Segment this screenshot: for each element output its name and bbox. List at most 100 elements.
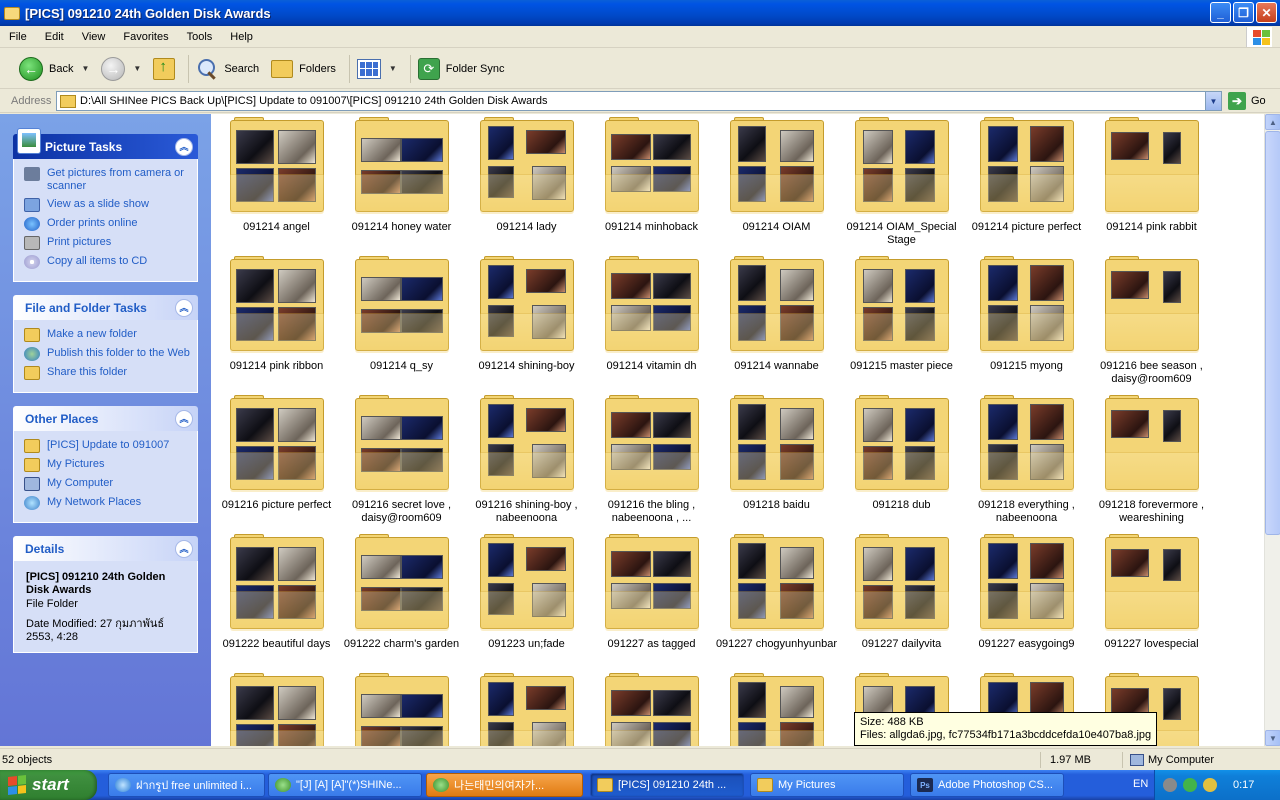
other-places-header[interactable]: Other Places ︽ — [13, 406, 198, 431]
folder-thumbnail-icon[interactable] — [604, 534, 699, 631]
task-slide-show[interactable]: View as a slide show — [24, 198, 191, 212]
place-parent-folder[interactable]: [PICS] Update to 091007 — [24, 439, 191, 453]
folder-name[interactable]: 091214 angel — [216, 221, 338, 234]
place-my-pictures[interactable]: My Pictures — [24, 458, 191, 472]
folder-thumbnail-icon[interactable] — [729, 256, 824, 353]
taskbar-button-ie[interactable]: ฝากรูป free unlimited i... — [108, 773, 265, 797]
collapse-icon[interactable]: ︽ — [175, 539, 193, 558]
place-my-computer[interactable]: My Computer — [24, 477, 191, 491]
folder-item[interactable]: 091214 vitamin dh — [589, 256, 714, 396]
folder-thumbnail-icon[interactable] — [354, 395, 449, 492]
folder-name[interactable]: 091214 OIAM — [716, 221, 838, 234]
task-label[interactable]: Print pictures — [47, 236, 111, 249]
folder-item[interactable]: 091227 dailyvita — [839, 534, 964, 674]
folder-thumbnail-icon[interactable] — [229, 395, 324, 492]
folder-thumbnail-icon[interactable] — [979, 117, 1074, 214]
folder-name[interactable]: 091222 charm's garden — [341, 638, 463, 651]
maximize-button[interactable]: ❐ — [1233, 2, 1254, 23]
folder-thumbnail-icon[interactable] — [729, 395, 824, 492]
vertical-scrollbar[interactable]: ▲ ▼ — [1264, 114, 1280, 746]
folder-item[interactable]: 091222 charm's garden — [339, 534, 464, 674]
folder-item[interactable]: 091227 lovespecial — [1089, 534, 1214, 674]
folder-thumbnail-icon[interactable] — [1104, 256, 1199, 353]
folder-thumbnail-icon[interactable] — [729, 117, 824, 214]
folder-item[interactable]: 091214 pink ribbon — [214, 256, 339, 396]
place-label[interactable]: [PICS] Update to 091007 — [47, 439, 169, 452]
collapse-icon[interactable]: ︽ — [175, 409, 193, 428]
details-header[interactable]: Details ︽ — [13, 536, 198, 561]
folder-thumbnail-icon[interactable] — [854, 534, 949, 631]
folder-item[interactable] — [589, 673, 714, 746]
folder-thumbnail-icon[interactable] — [479, 395, 574, 492]
place-label[interactable]: My Network Places — [47, 496, 141, 509]
folder-item[interactable]: 091214 shining-boy — [464, 256, 589, 396]
folder-thumbnail-icon[interactable] — [854, 256, 949, 353]
place-network[interactable]: My Network Places — [24, 496, 191, 510]
chevron-down-icon[interactable]: ▼ — [1205, 92, 1221, 110]
folder-name[interactable]: 091218 dub — [841, 499, 963, 512]
folder-name[interactable]: 091218 everything , nabeenoona — [966, 499, 1088, 525]
folder-item[interactable]: 091214 OIAM_Special Stage — [839, 117, 964, 257]
folder-item[interactable]: 091223 un;fade — [464, 534, 589, 674]
folder-name[interactable]: 091214 shining-boy — [466, 360, 588, 373]
place-label[interactable]: My Computer — [47, 477, 113, 490]
task-share-folder[interactable]: Share this folder — [24, 366, 191, 380]
go-button[interactable]: ➔ Go — [1228, 92, 1266, 110]
scroll-up-button[interactable]: ▲ — [1265, 114, 1280, 130]
folder-thumbnail-icon[interactable] — [479, 117, 574, 214]
folder-thumbnail-icon[interactable] — [354, 256, 449, 353]
folder-item[interactable]: 091227 easygoing9 — [964, 534, 1089, 674]
folder-item[interactable]: 091218 baidu — [714, 395, 839, 535]
place-label[interactable]: My Pictures — [47, 458, 104, 471]
collapse-icon[interactable]: ︽ — [175, 137, 193, 156]
folder-thumbnail-icon[interactable] — [604, 117, 699, 214]
close-button[interactable]: ✕ — [1256, 2, 1277, 23]
folder-name[interactable]: 091218 forevermore , weareshining — [1091, 499, 1213, 525]
folder-name[interactable]: 091216 shining-boy , nabeenoona — [466, 499, 588, 525]
folder-item[interactable]: 091214 honey water — [339, 117, 464, 257]
menu-tools[interactable]: Tools — [178, 31, 222, 43]
file-folder-tasks-header[interactable]: File and Folder Tasks ︽ — [13, 295, 198, 320]
task-label[interactable]: Get pictures from camera or scanner — [47, 167, 191, 193]
folder-sync-button[interactable]: ⟳ Folder Sync — [415, 53, 508, 85]
up-button[interactable] — [150, 53, 178, 85]
folder-item[interactable] — [464, 673, 589, 746]
chevron-down-icon[interactable]: ▼ — [133, 64, 141, 73]
folder-thumbnail-icon[interactable] — [1104, 395, 1199, 492]
search-button[interactable]: Search — [193, 53, 262, 85]
task-label[interactable]: Copy all items to CD — [47, 255, 147, 268]
menu-view[interactable]: View — [73, 31, 115, 43]
task-publish-web[interactable]: Publish this folder to the Web — [24, 347, 191, 361]
folder-item[interactable]: 091215 myong — [964, 256, 1089, 396]
taskbar-button-explorer[interactable]: [PICS] 091210 24th ... — [590, 773, 744, 797]
folder-name[interactable]: 091216 bee season , daisy@room609 — [1091, 360, 1213, 386]
folder-name[interactable]: 091214 pink rabbit — [1091, 221, 1213, 234]
folder-thumbnail-icon[interactable] — [854, 395, 949, 492]
taskbar-button-my-pictures[interactable]: My Pictures — [750, 773, 904, 797]
chevron-down-icon[interactable]: ▼ — [81, 64, 89, 73]
task-label[interactable]: Make a new folder — [47, 328, 137, 341]
tray-icon[interactable] — [1183, 778, 1197, 792]
folder-item[interactable]: 091214 angel — [214, 117, 339, 257]
folder-name[interactable]: 091216 secret love , daisy@room609 — [341, 499, 463, 525]
task-label[interactable]: Share this folder — [47, 366, 127, 379]
folder-name[interactable]: 091214 pink ribbon — [216, 360, 338, 373]
folder-name[interactable]: 091215 myong — [966, 360, 1088, 373]
folder-thumbnail-icon[interactable] — [729, 673, 824, 746]
folder-thumbnail-icon[interactable] — [1104, 534, 1199, 631]
task-label[interactable]: Order prints online — [47, 217, 138, 230]
task-label[interactable]: View as a slide show — [47, 198, 149, 211]
folder-item[interactable]: 091214 minhoback — [589, 117, 714, 257]
folder-name[interactable]: 091214 vitamin dh — [591, 360, 713, 373]
folder-name[interactable]: 091222 beautiful days — [216, 638, 338, 651]
folder-thumbnail-icon[interactable] — [354, 117, 449, 214]
folder-item[interactable]: 091216 bee season , daisy@room609 — [1089, 256, 1214, 396]
folder-thumbnail-icon[interactable] — [479, 673, 574, 746]
language-indicator[interactable]: EN — [1133, 778, 1148, 790]
folder-item[interactable]: 091218 forevermore , weareshining — [1089, 395, 1214, 535]
picture-tasks-header[interactable]: Picture Tasks ︽ — [13, 128, 198, 159]
views-button[interactable]: ▼ — [354, 53, 400, 85]
chevron-down-icon[interactable]: ▼ — [389, 64, 397, 73]
folder-thumbnail-icon[interactable] — [604, 256, 699, 353]
folder-thumbnail-icon[interactable] — [229, 256, 324, 353]
